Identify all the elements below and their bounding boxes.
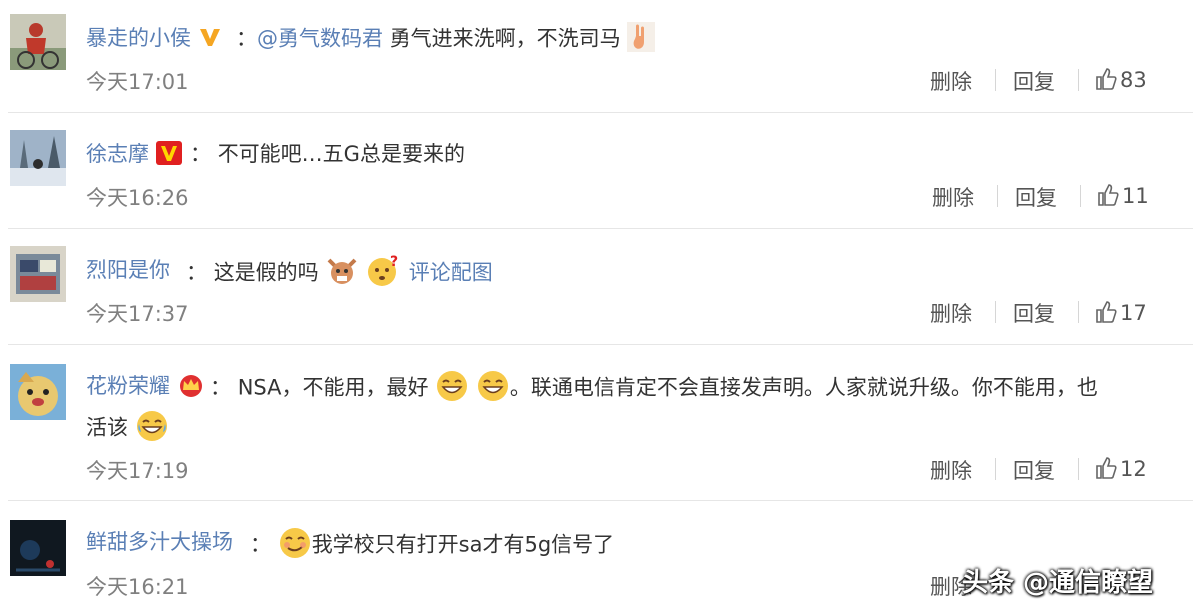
colon: ：	[186, 260, 207, 285]
comment-content: 不可能吧…五G总是要来的	[217, 142, 465, 166]
comment-text: ： NSA，不能用，最好 。联通电信肯定不会直接发声明。人家就说升级。你不能用，…	[210, 370, 1098, 407]
comment-content: 。联通电信肯定不会直接发声明。人家就说升级。你不能用，也	[509, 375, 1098, 400]
divider	[997, 185, 998, 207]
username[interactable]: 花粉荣耀	[86, 370, 205, 402]
divider	[995, 69, 996, 91]
comment-image-link[interactable]: 评论配图	[409, 261, 493, 285]
separator	[8, 344, 1193, 345]
avatar[interactable]	[10, 364, 66, 420]
comment-text-line2: 活该	[86, 410, 169, 447]
colon: ：	[210, 375, 231, 400]
avatar[interactable]	[10, 14, 66, 70]
like-count: 11	[1122, 184, 1149, 208]
comment-content: 这是假的吗	[213, 260, 319, 285]
reply-button[interactable]: 回复	[1013, 455, 1055, 485]
username-text[interactable]: 徐志摩	[86, 142, 149, 166]
reply-button[interactable]: 回复	[1013, 298, 1055, 328]
username-text[interactable]: 花粉荣耀	[86, 374, 170, 398]
divider	[1078, 301, 1079, 323]
separator	[8, 112, 1193, 113]
reply-button[interactable]: 回复	[1015, 182, 1057, 212]
timestamp: 今天17:37	[86, 302, 189, 326]
timestamp: 今天16:26	[86, 186, 189, 210]
colon: ：	[250, 532, 271, 557]
divider	[995, 458, 996, 480]
svg-text:?: ?	[390, 254, 398, 270]
username[interactable]: 烈阳是你	[86, 254, 170, 284]
separator	[8, 500, 1193, 501]
username-text[interactable]: 暴走的小侯	[86, 26, 191, 50]
like-count: 12	[1120, 457, 1147, 481]
divider	[995, 301, 996, 323]
divider	[1078, 458, 1079, 480]
avatar[interactable]	[10, 130, 66, 186]
comment-text: ： 我学校只有打开sa才有5g信号了	[250, 526, 614, 565]
avatar[interactable]	[10, 520, 66, 576]
username-text[interactable]: 鲜甜多汁大操场	[86, 530, 233, 554]
cat-emoji	[325, 256, 359, 291]
grin-emoji	[476, 370, 510, 407]
smirk-emoji	[278, 526, 312, 565]
mention-link[interactable]: @勇气数码君	[257, 27, 383, 51]
laugh-cry-emoji	[135, 410, 169, 447]
like-button[interactable]: 17	[1095, 300, 1147, 325]
comment-text: ： 不可能吧…五G总是要来的	[190, 138, 465, 168]
delete-button[interactable]: 删除	[930, 66, 972, 96]
verified-v-icon	[198, 26, 222, 53]
grin-emoji	[435, 370, 469, 407]
delete-button[interactable]: 删除	[930, 298, 972, 328]
like-button[interactable]: 12	[1095, 456, 1147, 481]
thumbs-up-icon	[1096, 301, 1117, 323]
username[interactable]: 徐志摩	[86, 138, 182, 170]
comment-content: 勇气进来洗啊，不洗司马	[389, 26, 621, 51]
username-text[interactable]: 烈阳是你	[86, 258, 170, 282]
colon: ：	[236, 26, 257, 51]
divider	[1080, 185, 1081, 207]
comment-content: 活该	[86, 415, 128, 440]
timestamp: 今天17:19	[86, 459, 189, 483]
hand-emoji	[627, 22, 656, 57]
delete-button[interactable]: 删除	[932, 182, 974, 212]
like-button[interactable]: 83	[1095, 67, 1147, 92]
like-button[interactable]: 11	[1097, 183, 1149, 208]
separator	[8, 228, 1193, 229]
crown-icon	[177, 373, 205, 402]
comment-content: 我学校只有打开sa才有5g信号了	[311, 532, 615, 557]
colon: ：	[190, 142, 211, 166]
username[interactable]: 暴走的小侯	[86, 22, 222, 53]
verified-v-icon	[155, 140, 182, 170]
divider	[1078, 69, 1079, 91]
reply-button[interactable]: 回复	[1013, 66, 1055, 96]
thumbs-up-icon	[1096, 68, 1117, 90]
timestamp: 今天16:21	[86, 575, 189, 599]
watermark: 头条 @通信瞭望	[962, 568, 1154, 598]
like-count: 83	[1120, 68, 1147, 92]
timestamp: 今天17:01	[86, 70, 189, 94]
comment-content: NSA，不能用，最好	[237, 375, 429, 400]
thumbs-up-icon	[1098, 184, 1119, 206]
delete-button[interactable]: 删除	[930, 455, 972, 485]
like-count: 17	[1120, 301, 1147, 325]
thumbs-up-icon	[1096, 457, 1117, 479]
avatar[interactable]	[10, 246, 66, 302]
comment-text: ： 这是假的吗 ? 评论配图	[186, 254, 493, 293]
comment-text: ：@勇气数码君 勇气进来洗啊，不洗司马	[236, 22, 656, 57]
username[interactable]: 鲜甜多汁大操场	[86, 526, 233, 556]
question-emoji: ?	[366, 254, 402, 293]
